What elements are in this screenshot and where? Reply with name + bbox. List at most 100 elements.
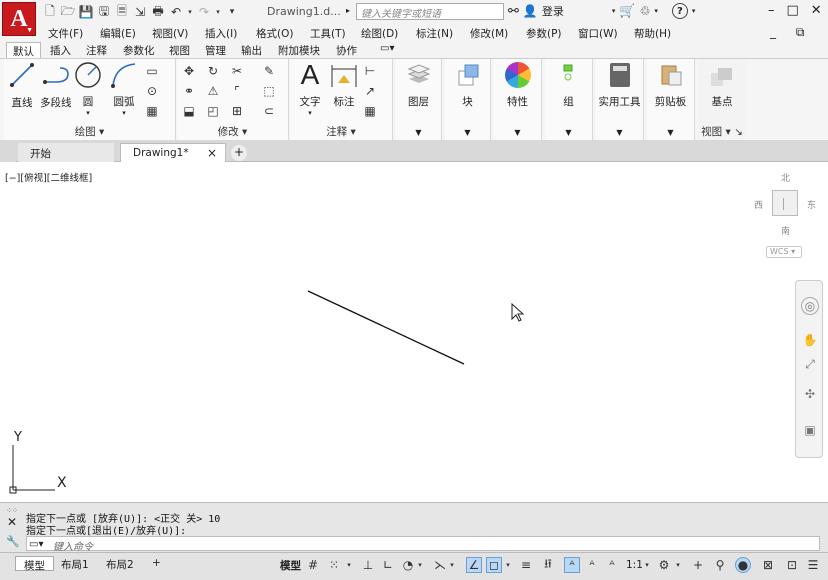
menu-help[interactable]: 帮助(H) xyxy=(634,26,671,41)
tab-insert[interactable]: 插入 xyxy=(44,42,77,58)
draw-panel-title[interactable]: 绘图 ▾ xyxy=(4,124,175,139)
user-icon[interactable]: 👤 xyxy=(523,4,538,18)
offset-icon[interactable]: ⊂ xyxy=(261,103,277,119)
save-icon[interactable]: 💾 xyxy=(78,4,94,20)
save-as-icon[interactable]: 🖫 xyxy=(96,4,112,20)
steering-wheel-icon[interactable]: ◎ xyxy=(801,297,819,315)
compass-west[interactable]: 西 xyxy=(754,198,763,211)
tab-manage[interactable]: 管理 xyxy=(199,42,232,58)
drawn-line[interactable] xyxy=(307,290,465,365)
chevron-down-icon[interactable]: ▾ xyxy=(214,4,222,20)
scale-selector[interactable]: 1:1 xyxy=(626,559,643,571)
array-icon[interactable]: ⊞ xyxy=(229,103,245,119)
line-tool[interactable]: 直线 xyxy=(8,61,36,110)
mirror-icon[interactable]: ⚠ xyxy=(205,83,221,99)
open-folder-icon[interactable]: 🗁 xyxy=(60,4,76,20)
explode-icon[interactable]: ⬚ xyxy=(261,83,277,99)
compass-east[interactable]: 东 xyxy=(807,198,816,211)
undo-icon[interactable]: ↶ xyxy=(168,4,184,20)
import-icon[interactable]: ⇲ xyxy=(132,4,148,20)
menu-modify[interactable]: 修改(M) xyxy=(470,26,508,41)
command-input[interactable]: 键入命令 xyxy=(26,536,820,553)
maximize-icon[interactable]: □ xyxy=(787,3,799,18)
showmotion-icon[interactable]: ▣ xyxy=(801,421,819,439)
tab-model[interactable]: 模型 xyxy=(15,556,54,572)
move-icon[interactable]: ✥ xyxy=(181,63,197,79)
application-menu-button[interactable]: A ▼ xyxy=(2,2,36,36)
tab-addins[interactable]: 附加模块 xyxy=(272,42,326,58)
plus-icon[interactable]: + xyxy=(690,557,706,573)
web-mobile-icon[interactable]: 🗏 xyxy=(114,4,130,20)
view-panel-title[interactable]: 视图 ▾ ↘ xyxy=(698,124,746,139)
polyline-tool[interactable]: 多段线 xyxy=(40,61,72,110)
stretch-icon[interactable]: ⬓ xyxy=(181,103,197,119)
layers-panel[interactable]: 图层 ▼ xyxy=(396,59,442,141)
rotate-icon[interactable]: ↻ xyxy=(205,63,221,79)
close-icon[interactable]: ✕ xyxy=(811,3,822,18)
recent-commands-icon[interactable]: ▭▾ xyxy=(29,539,43,550)
a360-icon[interactable]: ♲ xyxy=(640,4,651,18)
chevron-down-icon[interactable]: ▾ xyxy=(448,557,456,573)
snap-icon[interactable]: ⁙ xyxy=(326,557,342,573)
object-snap-tracking-icon[interactable]: ∠ xyxy=(466,557,482,573)
tab-layout2[interactable]: 布局2 xyxy=(98,556,142,571)
utilities-panel[interactable]: 实用工具 ▼ xyxy=(596,59,644,141)
search-input[interactable]: 键入关键字或短语 xyxy=(356,3,504,20)
cart-icon[interactable]: 🛒 xyxy=(619,4,635,19)
rectangle-icon[interactable]: ▭ xyxy=(144,63,160,79)
drawing-canvas[interactable]: [−][俯视][二维线框] Y X 北 西 东 南 WCS ▾ ◎ ✋ ⤢ ✣ … xyxy=(0,162,828,502)
annotation-scale-icon[interactable]: ᴬ xyxy=(604,557,620,573)
properties-panel[interactable]: 特性 ▼ xyxy=(494,59,542,141)
menu-edit[interactable]: 编辑(E) xyxy=(100,26,136,41)
leader-icon[interactable]: ↗ xyxy=(362,83,378,99)
print-icon[interactable]: 🖶 xyxy=(150,4,166,20)
login-button[interactable]: 登录 xyxy=(542,3,564,19)
customize-command-icon[interactable]: 🔧 xyxy=(6,535,20,548)
scale-icon[interactable]: ◰ xyxy=(205,103,221,119)
redo-icon[interactable]: ↷ xyxy=(196,4,212,20)
menu-format[interactable]: 格式(O) xyxy=(256,26,293,41)
infer-constraints-icon[interactable]: ⊥ xyxy=(360,557,376,573)
close-command-icon[interactable]: ✕ xyxy=(7,515,17,529)
tab-drawing1[interactable]: Drawing1* × xyxy=(120,143,226,162)
text-tool[interactable]: A 文字 ▾ xyxy=(296,59,324,117)
annotation-panel-title[interactable]: 注释 ▾ xyxy=(290,124,392,139)
group-panel[interactable]: 组 ▼ xyxy=(545,59,593,141)
transparency-icon[interactable]: ⭿ xyxy=(540,557,556,573)
circle-tool[interactable]: 圆 ▾ xyxy=(74,61,102,117)
chevron-down-icon[interactable]: ▾ xyxy=(186,4,194,20)
trim-icon[interactable]: ✂ xyxy=(229,63,245,79)
erase-icon[interactable]: ✎ xyxy=(261,63,277,79)
chevron-down-icon[interactable]: ▾ xyxy=(345,557,353,573)
linear-dim-icon[interactable]: ⊢ xyxy=(362,63,378,79)
chevron-right-icon[interactable]: ▸ xyxy=(346,6,350,15)
fillet-icon[interactable]: ⌜ xyxy=(229,83,245,99)
binoculars-icon[interactable]: ⚯ xyxy=(508,4,519,19)
arc-tool[interactable]: 圆弧 ▾ xyxy=(110,61,138,117)
block-panel[interactable]: 块 ▼ xyxy=(445,59,491,141)
grip-icon[interactable]: ⁘⁘ xyxy=(6,506,18,515)
menu-dimension[interactable]: 标注(N) xyxy=(416,26,453,41)
tab-view[interactable]: 视图 xyxy=(163,42,196,58)
new-file-icon[interactable]: 🗋 xyxy=(42,4,58,20)
help-icon[interactable]: ? xyxy=(671,3,688,19)
auto-scale-icon[interactable]: ᴬ xyxy=(584,557,600,573)
minimize-icon[interactable]: – xyxy=(768,3,775,18)
base-view-label[interactable]: 基点 xyxy=(698,94,746,109)
menu-window[interactable]: 窗口(W) xyxy=(578,26,618,41)
orbit-icon[interactable]: ✣ xyxy=(801,385,819,403)
tab-output[interactable]: 输出 xyxy=(235,42,268,58)
clean-screen-icon[interactable]: ⊡ xyxy=(784,557,800,573)
menu-view[interactable]: 视图(V) xyxy=(152,26,188,41)
object-snap-icon[interactable]: ◻ xyxy=(486,557,502,573)
chevron-down-icon[interactable]: ▾ xyxy=(674,557,682,573)
tab-home[interactable]: 默认 xyxy=(6,42,41,58)
close-tab-icon[interactable]: × xyxy=(207,146,217,160)
hardware-acceleration-icon[interactable]: ⊠ xyxy=(760,557,776,573)
workspace-gear-icon[interactable]: ⚙ xyxy=(656,557,672,573)
copy-icon[interactable]: ⚭ xyxy=(181,83,197,99)
menu-file[interactable]: 文件(F) xyxy=(48,26,83,41)
isolate-objects-icon[interactable]: ● xyxy=(735,557,751,573)
table-icon[interactable]: ▦ xyxy=(362,103,378,119)
model-space-toggle[interactable]: 模型 xyxy=(280,558,301,573)
